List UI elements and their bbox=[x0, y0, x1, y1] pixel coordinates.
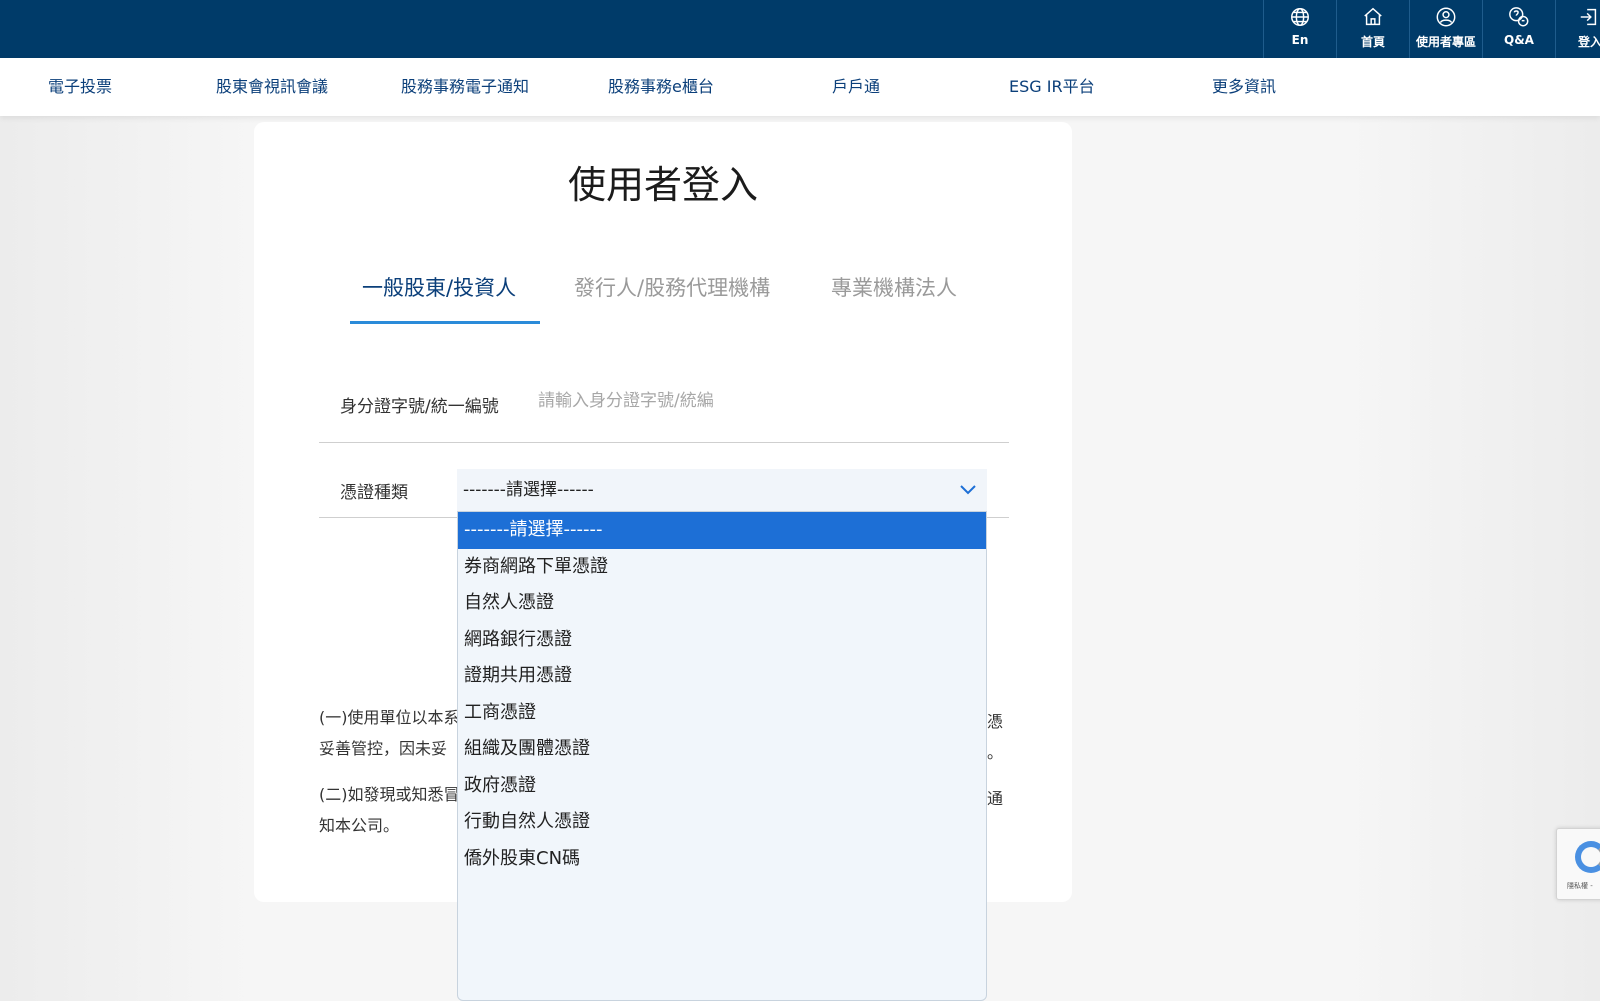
cert-option-government[interactable]: 政府憑證 bbox=[458, 768, 986, 805]
cert-option-securities-futures[interactable]: 證期共用憑證 bbox=[458, 658, 986, 695]
page-title: 使用者登入 bbox=[567, 163, 758, 207]
qa-label: Q&A bbox=[1504, 33, 1534, 47]
id-field-divider bbox=[319, 442, 1009, 443]
cert-type-selected-value: -------請選擇------ bbox=[463, 480, 594, 500]
tab-issuer[interactable]: 發行人/股務代理機構 bbox=[574, 272, 770, 316]
active-tab-indicator bbox=[350, 321, 540, 324]
user-area-label: 使用者專區 bbox=[1415, 35, 1476, 49]
cert-option-citizen[interactable]: 自然人憑證 bbox=[458, 585, 986, 622]
nav-e-counter[interactable]: 股務事務e櫃台 bbox=[608, 58, 714, 116]
nav-e-notice[interactable]: 股務事務電子通知 bbox=[401, 58, 529, 116]
id-field-label: 身分證字號/統一編號 bbox=[340, 397, 499, 417]
cert-option-mobile-citizen[interactable]: 行動自然人憑證 bbox=[458, 804, 986, 841]
nav-more-info[interactable]: 更多資訊 bbox=[1212, 58, 1276, 116]
cert-option-broker[interactable]: 券商網路下單憑證 bbox=[458, 549, 986, 586]
home-label: 首頁 bbox=[1360, 35, 1385, 49]
cert-type-dropdown: -------請選擇------ 券商網路下單憑證 自然人憑證 網路銀行憑證 證… bbox=[457, 511, 987, 1001]
home-button[interactable]: 首頁 bbox=[1336, 0, 1409, 58]
cert-option-online-bank[interactable]: 網路銀行憑證 bbox=[458, 622, 986, 659]
id-input[interactable] bbox=[536, 386, 940, 416]
language-button[interactable]: En bbox=[1263, 0, 1336, 58]
chevron-down-icon bbox=[960, 485, 976, 495]
terms-line-3-end: 通 bbox=[987, 789, 1004, 808]
recaptcha-icon bbox=[1575, 841, 1600, 873]
globe-icon bbox=[1291, 8, 1309, 26]
user-icon bbox=[1436, 7, 1456, 27]
recaptcha-privacy-text: 隱私權 - bbox=[1567, 882, 1593, 890]
cert-type-select[interactable]: -------請選擇------ bbox=[457, 469, 987, 511]
nav-video-meeting[interactable]: 股東會視訊會議 bbox=[216, 58, 328, 116]
top-icon-group: En 首頁 使用者專區 Q&A 登入 bbox=[1263, 0, 1600, 58]
qa-button[interactable]: Q&A bbox=[1482, 0, 1555, 58]
qa-icon bbox=[1509, 7, 1529, 27]
language-label: En bbox=[1291, 33, 1309, 47]
nav-huhutong[interactable]: 戶戶通 bbox=[832, 58, 880, 116]
terms-line-1-end: 憑 bbox=[987, 712, 1004, 731]
cert-option-organization[interactable]: 組織及團體憑證 bbox=[458, 731, 986, 768]
terms-line-2-end: 。 bbox=[987, 743, 1004, 762]
login-button[interactable]: 登入 bbox=[1555, 0, 1600, 58]
home-icon bbox=[1364, 7, 1382, 26]
cert-option-placeholder[interactable]: -------請選擇------ bbox=[458, 512, 986, 549]
main-nav: 電子投票 股東會視訊會議 股務事務電子通知 股務事務e櫃台 戶戶通 ESG IR… bbox=[0, 58, 1600, 116]
cert-option-business[interactable]: 工商憑證 bbox=[458, 695, 986, 732]
user-area-button[interactable]: 使用者專區 bbox=[1409, 0, 1482, 58]
recaptcha-badge[interactable]: 隱私權 - bbox=[1556, 828, 1600, 900]
cert-type-label: 憑證種類 bbox=[340, 483, 408, 503]
login-card: 使用者登入 一般股東/投資人 發行人/股務代理機構 專業機構法人 身分證字號/統… bbox=[254, 122, 1072, 1001]
login-label: 登入 bbox=[1578, 35, 1600, 49]
tab-institution[interactable]: 專業機構法人 bbox=[831, 272, 957, 316]
top-header-bar: En 首頁 使用者專區 Q&A 登入 bbox=[0, 0, 1600, 58]
cert-option-cn-code[interactable]: 僑外股東CN碼 bbox=[458, 841, 986, 878]
nav-e-voting[interactable]: 電子投票 bbox=[48, 58, 112, 116]
login-icon bbox=[1580, 8, 1597, 26]
nav-esg-ir[interactable]: ESG IR平台 bbox=[1009, 58, 1095, 116]
tab-shareholder[interactable]: 一般股東/投資人 bbox=[362, 272, 516, 316]
